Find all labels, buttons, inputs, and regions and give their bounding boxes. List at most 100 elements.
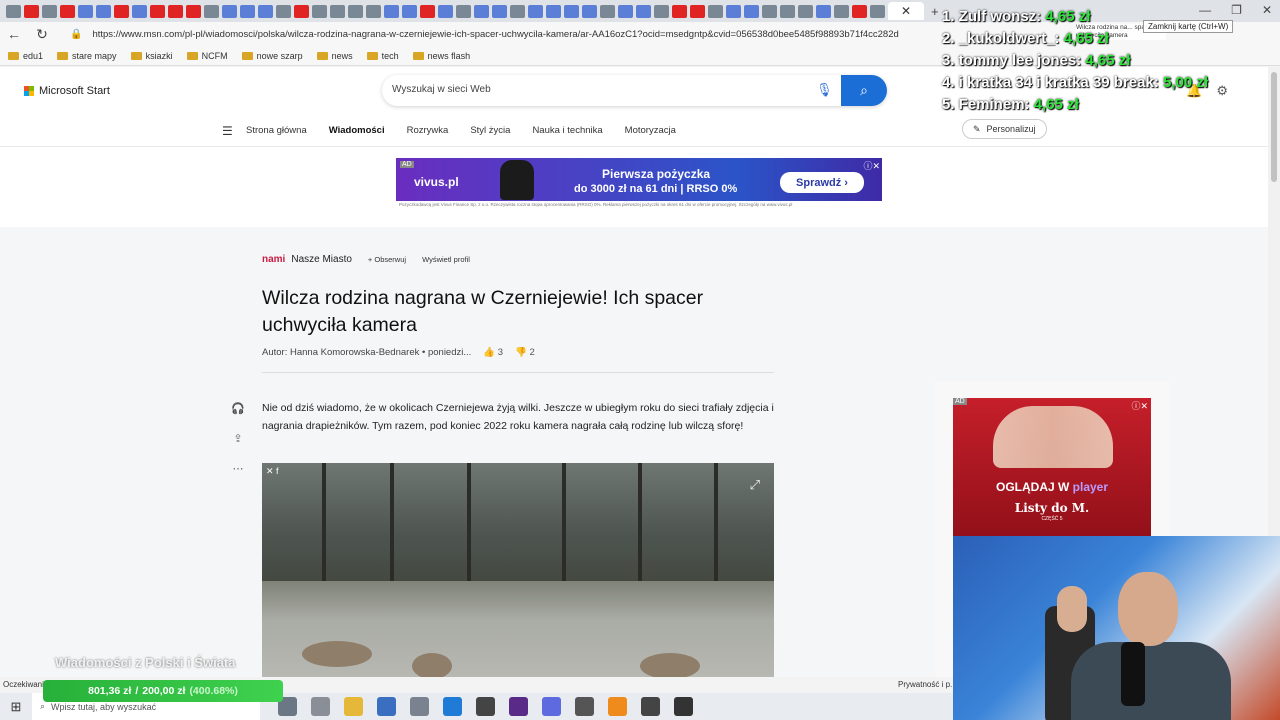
- tab-youtube[interactable]: [60, 4, 75, 18]
- tab[interactable]: [744, 4, 759, 18]
- app-icon[interactable]: [641, 697, 660, 716]
- microsoft-start-logo[interactable]: Microsoft Start: [24, 85, 110, 97]
- settings-gear-icon[interactable]: ⚙: [1216, 83, 1228, 99]
- tab-youtube[interactable]: [852, 4, 867, 18]
- vivus-banner-ad[interactable]: AD ⓘ✕ vivus.pl Pierwsza pożyczka do 3000…: [396, 158, 882, 217]
- edge-icon[interactable]: [443, 697, 462, 716]
- tab[interactable]: [636, 4, 651, 18]
- tab[interactable]: [816, 4, 831, 18]
- new-tab-icon[interactable]: +: [931, 4, 939, 19]
- tab[interactable]: [456, 4, 471, 18]
- bookmark-ncfm[interactable]: NCFM: [186, 51, 228, 61]
- personalize-button[interactable]: ✎ Personalizuj: [962, 119, 1047, 139]
- premiere-icon[interactable]: [509, 697, 528, 716]
- tab[interactable]: [366, 4, 381, 18]
- search-button[interactable]: ⌕: [841, 75, 887, 106]
- expand-icon[interactable]: ⤢: [750, 477, 760, 493]
- bookmark-ksiazki[interactable]: ksiazki: [130, 51, 173, 61]
- tab[interactable]: [312, 4, 327, 18]
- tab[interactable]: [708, 4, 723, 18]
- tab-youtube[interactable]: [294, 4, 309, 18]
- app-icon[interactable]: [674, 697, 693, 716]
- web-search-box[interactable]: Wyszukaj w sieci Web 🎙 ⌕: [382, 75, 887, 106]
- tab[interactable]: [870, 4, 885, 18]
- close-window-icon[interactable]: ✕: [1262, 3, 1272, 17]
- back-arrow-icon[interactable]: ←: [0, 26, 28, 42]
- follow-button[interactable]: + Obserwuj: [368, 255, 406, 264]
- tab-youtube[interactable]: [114, 4, 129, 18]
- tab[interactable]: [726, 4, 741, 18]
- dislike-button[interactable]: 👎 2: [515, 347, 535, 358]
- vlc-icon[interactable]: [608, 697, 627, 716]
- nav-item-styl-zycia[interactable]: Styl życia: [470, 125, 510, 136]
- url-field[interactable]: https://www.msn.com/pl-pl/wiadomosci/pol…: [92, 29, 898, 40]
- bookmark-nowe-szarp[interactable]: nowe szarp: [241, 51, 303, 61]
- file-explorer-icon[interactable]: [344, 697, 363, 716]
- tab[interactable]: [600, 4, 615, 18]
- tab[interactable]: [402, 4, 417, 18]
- reload-icon[interactable]: ↻: [28, 26, 56, 43]
- ad-close-icon[interactable]: ⓘ✕: [863, 159, 880, 172]
- bookmark-tech[interactable]: tech: [366, 51, 399, 61]
- facebook-icon[interactable]: ✕ f: [266, 466, 279, 477]
- tab-youtube[interactable]: [690, 4, 705, 18]
- nav-item-wiadomosci[interactable]: Wiadomości: [329, 125, 385, 136]
- tab[interactable]: [582, 4, 597, 18]
- tab[interactable]: [330, 4, 345, 18]
- maximize-icon[interactable]: ❐: [1231, 3, 1242, 17]
- bookmark-edu1[interactable]: edu1: [8, 51, 43, 61]
- share-icon[interactable]: ⇪: [230, 430, 246, 446]
- tab[interactable]: [798, 4, 813, 18]
- mail-icon[interactable]: [476, 697, 495, 716]
- tab[interactable]: [132, 4, 147, 18]
- bookmark-stare-mapy[interactable]: stare mapy: [57, 51, 117, 61]
- like-button[interactable]: 👍 3: [483, 347, 503, 358]
- tab[interactable]: [222, 4, 237, 18]
- tab[interactable]: [204, 4, 219, 18]
- tab-youtube[interactable]: [672, 4, 687, 18]
- obs-icon[interactable]: [575, 697, 594, 716]
- hamburger-menu-icon[interactable]: ☰: [222, 124, 233, 138]
- tab[interactable]: [96, 4, 111, 18]
- tab[interactable]: [780, 4, 795, 18]
- more-options-icon[interactable]: ⋯: [230, 460, 246, 476]
- tab[interactable]: [528, 4, 543, 18]
- view-profile-link[interactable]: Wyświetl profil: [422, 255, 470, 264]
- tab[interactable]: [384, 4, 399, 18]
- app-icon[interactable]: [377, 697, 396, 716]
- tab[interactable]: [762, 4, 777, 18]
- tab[interactable]: [474, 4, 489, 18]
- headphones-icon[interactable]: 🎧: [230, 400, 246, 416]
- tab-actions-icon[interactable]: [6, 4, 21, 18]
- app-icon[interactable]: [542, 697, 561, 716]
- scrollbar-thumb[interactable]: [1271, 72, 1277, 182]
- app-icon[interactable]: [311, 697, 330, 716]
- tab[interactable]: [564, 4, 579, 18]
- windows-start-icon[interactable]: ⊞: [0, 699, 32, 715]
- bookmark-news-flash[interactable]: news flash: [412, 51, 470, 61]
- tab-youtube[interactable]: [168, 4, 183, 18]
- bookmark-news[interactable]: news: [316, 51, 353, 61]
- app-icon[interactable]: [410, 697, 429, 716]
- microphone-icon[interactable]: 🎙: [816, 82, 833, 98]
- nav-item-nauka-i-technika[interactable]: Nauka i technika: [532, 125, 602, 136]
- tab[interactable]: [510, 4, 525, 18]
- tab[interactable]: [654, 4, 669, 18]
- tab[interactable]: [834, 4, 849, 18]
- tab[interactable]: [546, 4, 561, 18]
- tab-youtube[interactable]: [150, 4, 165, 18]
- source-name[interactable]: Nasze Miasto: [291, 254, 352, 265]
- tab[interactable]: [78, 4, 93, 18]
- tab-youtube[interactable]: [420, 4, 435, 18]
- taskbar-search-input[interactable]: Wpisz tutaj, aby wyszukać: [51, 702, 156, 712]
- nami-logo[interactable]: nami: [262, 254, 285, 265]
- tab[interactable]: [258, 4, 273, 18]
- lock-icon[interactable]: 🔒: [70, 29, 82, 40]
- ad-cta-button[interactable]: Sprawdź ›: [780, 172, 864, 193]
- player-side-ad[interactable]: AD ⓘ✕ OGLĄDAJ W player Listy do M. CZĘŚĆ…: [953, 398, 1151, 548]
- tab[interactable]: [42, 4, 57, 18]
- tab[interactable]: [618, 4, 633, 18]
- active-tab-close-icon[interactable]: ✕: [888, 2, 924, 20]
- privacy-link[interactable]: Prywatność i p...: [898, 680, 957, 689]
- tab[interactable]: [348, 4, 363, 18]
